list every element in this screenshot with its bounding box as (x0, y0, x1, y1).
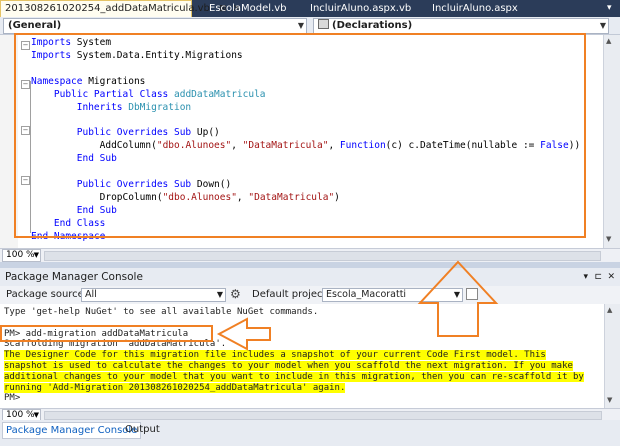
bottom-tool-tabs: Package Manager Console Output (0, 420, 620, 446)
zoom-value: 100 % (6, 410, 35, 420)
left-arrow-annotation (216, 317, 271, 351)
tab-output[interactable]: Output (122, 422, 163, 437)
tab-package-manager-console[interactable]: Package Manager Console (2, 422, 142, 439)
horizontal-scrollbar[interactable] (44, 411, 602, 420)
up-arrow-annotation (417, 260, 499, 337)
annotation-arrows (216, 260, 499, 351)
